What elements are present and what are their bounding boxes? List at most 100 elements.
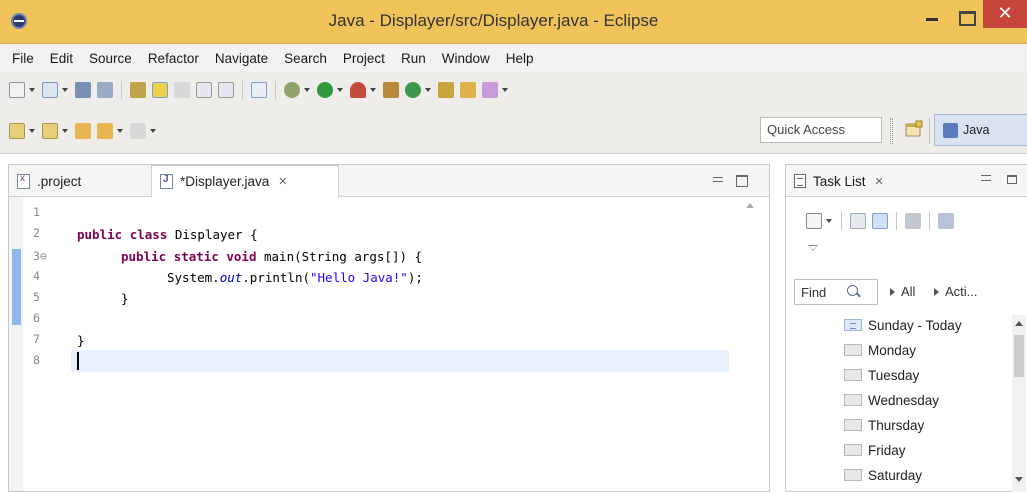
tab-project-file[interactable]: .project: [17, 165, 137, 197]
new-java-package-icon[interactable]: [383, 82, 399, 98]
close-button[interactable]: ✕: [983, 0, 1027, 28]
menu-source[interactable]: Source: [81, 51, 140, 66]
code-line: }: [77, 333, 85, 348]
external-tools-icon[interactable]: [350, 82, 366, 98]
previous-annotation-dropdown-icon[interactable]: [62, 128, 68, 133]
minimize-task-list-icon[interactable]: [981, 175, 991, 181]
maximize-task-list-icon[interactable]: [1007, 175, 1017, 184]
line-number: 6: [33, 311, 40, 325]
previous-annotation-icon[interactable]: [42, 122, 58, 139]
tab-displayer-java[interactable]: *Displayer.java ✕: [151, 165, 339, 198]
maximize-button[interactable]: [948, 6, 984, 34]
new-java-project-icon[interactable]: [42, 82, 58, 98]
java-perspective-button[interactable]: Java: [934, 114, 1027, 146]
scroll-down-icon[interactable]: [1015, 477, 1023, 482]
code-text: }: [121, 291, 129, 306]
next-annotation-icon[interactable]: [9, 122, 25, 139]
close-tab-icon[interactable]: ✕: [278, 175, 287, 188]
toggle-breadcrumb-icon[interactable]: [174, 82, 190, 98]
close-tab-icon[interactable]: ✕: [875, 175, 884, 188]
menu-project[interactable]: Project: [335, 51, 393, 66]
category-wednesday[interactable]: Wednesday: [844, 388, 939, 412]
editor-scroll-up-icon[interactable]: [746, 203, 754, 208]
menu-search[interactable]: Search: [276, 51, 335, 66]
menu-run[interactable]: Run: [393, 51, 434, 66]
show-whitespace-icon[interactable]: [196, 82, 212, 98]
new-dropdown-icon[interactable]: [29, 88, 35, 92]
scheduled-icon[interactable]: [872, 213, 888, 229]
toggle-ant-editor-icon[interactable]: [130, 82, 146, 98]
debug-icon[interactable]: [284, 82, 300, 98]
code-editor[interactable]: public class Displayer { public static v…: [71, 197, 729, 491]
category-tuesday[interactable]: Tuesday: [844, 363, 919, 387]
back-dropdown-icon[interactable]: [117, 128, 123, 133]
forward-icon[interactable]: [130, 122, 146, 139]
category-saturday[interactable]: Saturday: [844, 463, 922, 487]
tab-label: *Displayer.java: [180, 174, 270, 189]
category-thursday[interactable]: Thursday: [844, 413, 924, 437]
open-type-icon[interactable]: [438, 82, 454, 98]
task-find-input[interactable]: Find: [794, 279, 878, 305]
new-java-class-icon[interactable]: [405, 82, 421, 98]
focus-on-workweek-icon[interactable]: [905, 213, 921, 229]
static-field: out: [219, 270, 243, 285]
collapse-all-icon[interactable]: [938, 213, 954, 229]
save-all-icon[interactable]: [97, 82, 113, 98]
search-icon[interactable]: [847, 285, 858, 296]
calendar-icon: [844, 419, 862, 431]
new-class-dropdown-icon[interactable]: [425, 88, 431, 92]
category-friday[interactable]: Friday: [844, 438, 906, 462]
back-icon[interactable]: [97, 122, 113, 139]
category-label: Friday: [868, 442, 906, 458]
menu-navigate[interactable]: Navigate: [207, 51, 276, 66]
main-toolbar: [0, 72, 1027, 108]
debug-dropdown-icon[interactable]: [304, 88, 310, 92]
minimize-editor-icon[interactable]: [713, 175, 725, 185]
menu-edit[interactable]: Edit: [42, 51, 81, 66]
toggle-mark-occurrences-icon[interactable]: [152, 82, 168, 98]
search-dropdown-icon[interactable]: [502, 88, 508, 92]
search-wand-icon[interactable]: [482, 82, 498, 98]
quick-access-input[interactable]: Quick Access: [760, 117, 882, 143]
annotation-ruler[interactable]: [9, 197, 23, 491]
code-text: .println(: [242, 270, 310, 285]
categorized-icon[interactable]: [850, 213, 866, 229]
skip-breakpoints-icon[interactable]: [251, 82, 267, 98]
toolbar-separator: [121, 81, 122, 99]
save-icon[interactable]: [75, 82, 91, 98]
view-menu-icon[interactable]: [808, 245, 818, 251]
task-list-scrollbar[interactable]: [1012, 315, 1026, 492]
block-selection-icon[interactable]: [218, 82, 234, 98]
java-perspective-label: Java: [963, 123, 990, 137]
menu-help[interactable]: Help: [498, 51, 542, 66]
tab-task-list[interactable]: Task List ✕: [794, 165, 884, 197]
new-task-icon[interactable]: [806, 213, 822, 229]
minimize-button[interactable]: [914, 6, 950, 34]
change-marker: [12, 249, 21, 325]
category-sunday-today[interactable]: Sunday - Today: [844, 313, 962, 337]
scroll-up-icon[interactable]: [1015, 321, 1023, 326]
scroll-thumb[interactable]: [1014, 335, 1024, 377]
menu-window[interactable]: Window: [434, 51, 498, 66]
filter-all[interactable]: All: [890, 284, 915, 299]
menu-file[interactable]: File: [4, 51, 42, 66]
filter-activate[interactable]: Acti...: [934, 284, 978, 299]
forward-dropdown-icon[interactable]: [150, 128, 156, 133]
new-task-dropdown-icon[interactable]: [826, 219, 832, 223]
line-number: 8: [33, 353, 40, 367]
new-project-dropdown-icon[interactable]: [62, 88, 68, 92]
next-annotation-dropdown-icon[interactable]: [29, 128, 35, 133]
open-perspective-icon[interactable]: [903, 118, 925, 142]
open-folder-icon[interactable]: [460, 82, 476, 98]
line-number-fold[interactable]: 3⊖: [33, 249, 47, 263]
external-tools-dropdown-icon[interactable]: [370, 88, 376, 92]
code-text: );: [407, 270, 423, 285]
maximize-editor-icon[interactable]: [736, 175, 748, 187]
run-icon[interactable]: [317, 82, 333, 98]
category-monday[interactable]: Monday: [844, 338, 916, 362]
last-edit-location-icon[interactable]: [75, 122, 91, 139]
menu-refactor[interactable]: Refactor: [140, 51, 207, 66]
run-dropdown-icon[interactable]: [337, 88, 343, 92]
java-file-icon: [160, 174, 173, 189]
new-icon[interactable]: [9, 82, 25, 98]
